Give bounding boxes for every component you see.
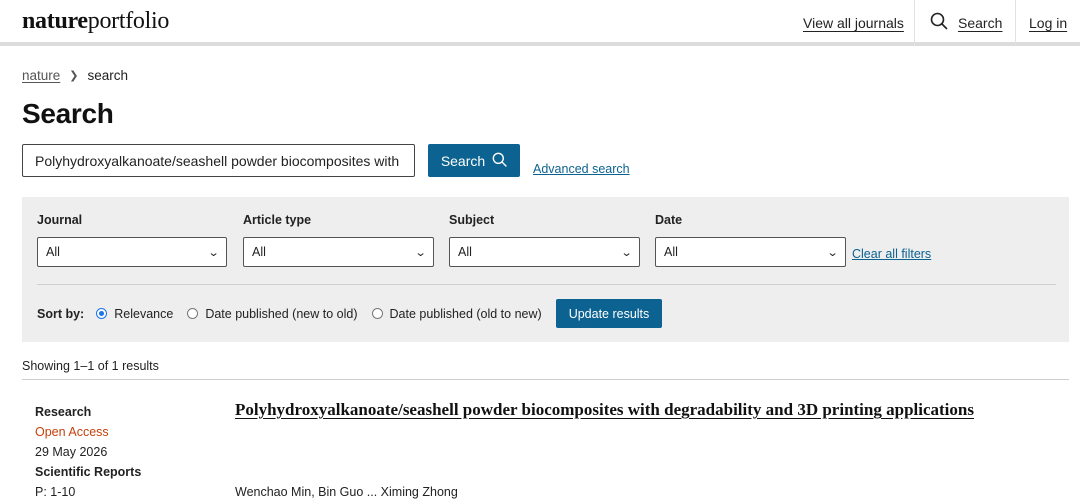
chevron-down-icon: ⌄: [620, 246, 633, 259]
sort-option-label: Date published (new to old): [205, 306, 358, 321]
sort-row: Sort by: Relevance Date published (new t…: [37, 299, 663, 328]
search-input[interactable]: Polyhydroxyalkanoate/seashell powder bio…: [22, 144, 415, 177]
results-summary: Showing 1–1 of 1 results: [22, 359, 159, 373]
article-type-select-value: All: [252, 245, 266, 259]
sort-option-label: Relevance: [114, 306, 174, 321]
search-icon: [492, 152, 507, 170]
filters-panel: Journal All ⌄ Article type All ⌄ Subject…: [22, 197, 1069, 342]
journal-select[interactable]: All ⌄: [37, 237, 227, 267]
logo-light-text: portfolio: [87, 8, 170, 34]
breadcrumb-current: search: [87, 68, 129, 83]
page-title: Search: [22, 98, 114, 129]
result-meta: Research Open Access 29 May 2026 Scienti…: [35, 402, 141, 500]
sort-option-label: Date published (old to new): [389, 306, 542, 321]
chevron-down-icon: ⌄: [414, 246, 427, 259]
sort-relevance-radio[interactable]: Relevance: [96, 307, 173, 321]
result-title-link[interactable]: Polyhydroxyalkanoate/seashell powder bio…: [235, 400, 974, 420]
update-results-button[interactable]: Update results: [555, 299, 663, 328]
results-divider: [22, 379, 1069, 380]
article-type-select[interactable]: All ⌄: [243, 237, 434, 267]
article-type-filter-label: Article type: [243, 213, 312, 227]
sort-date-new-to-old-radio[interactable]: Date published (new to old): [187, 306, 358, 321]
login-link[interactable]: Log in: [1029, 15, 1067, 31]
search-icon: [930, 12, 948, 33]
header-search-label: Search: [958, 14, 1003, 31]
subject-filter-label: Subject: [449, 213, 495, 227]
result-authors: Wenchao Min, Bin Guo ... Ximing Zhong: [235, 485, 458, 499]
subject-select-value: All: [458, 245, 472, 259]
logo-bold-text: nature: [22, 8, 88, 34]
sort-date-old-to-new-radio[interactable]: Date published (old to new): [371, 306, 542, 321]
chevron-down-icon: ⌄: [207, 246, 220, 259]
nature-portfolio-logo[interactable]: natureportfolio: [22, 8, 169, 35]
date-filter-label: Date: [655, 213, 683, 227]
sort-by-label: Sort by:: [37, 306, 85, 321]
advanced-search-link[interactable]: Advanced search: [533, 162, 630, 176]
breadcrumb-nature-link[interactable]: nature: [22, 68, 60, 83]
result-article-type: Research: [35, 405, 92, 419]
radio-unselected-icon: [371, 308, 383, 319]
view-all-journals-link[interactable]: View all journals: [803, 15, 904, 31]
chevron-down-icon: ⌄: [826, 246, 839, 259]
journal-select-value: All: [46, 245, 60, 259]
header-search-link[interactable]: Search: [930, 12, 1002, 33]
journal-filter-label: Journal: [37, 213, 83, 227]
search-input-value: Polyhydroxyalkanoate/seashell powder bio…: [35, 152, 400, 169]
clear-all-filters-link[interactable]: Clear all filters: [852, 247, 931, 261]
date-select-value: All: [664, 245, 678, 259]
search-button-label: Search: [440, 152, 486, 169]
breadcrumb: nature ❯ search: [22, 68, 128, 83]
chevron-right-icon: ❯: [69, 70, 79, 82]
filters-divider: [37, 284, 1056, 285]
result-pages: P: 1-10: [35, 485, 76, 499]
search-submit-button[interactable]: Search: [428, 144, 520, 177]
radio-selected-icon: [96, 308, 108, 319]
header-divider: [914, 0, 915, 46]
result-journal: Scientific Reports: [35, 465, 142, 479]
radio-unselected-icon: [187, 308, 199, 319]
header-divider: [1015, 0, 1016, 46]
site-header: natureportfolio View all journals Search…: [0, 0, 1080, 46]
open-access-badge: Open Access: [35, 425, 109, 439]
date-select[interactable]: All ⌄: [655, 237, 846, 267]
result-date: 29 May 2026: [35, 445, 108, 459]
subject-select[interactable]: All ⌄: [449, 237, 640, 267]
